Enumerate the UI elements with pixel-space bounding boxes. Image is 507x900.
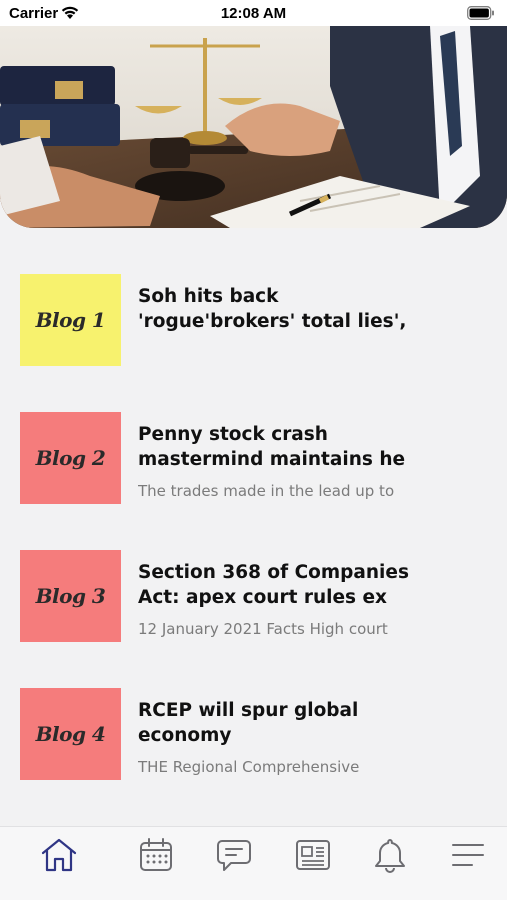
blog-title: Soh hits back 'rogue'brokers' total lies… <box>138 284 438 334</box>
tab-notifications[interactable] <box>370 837 410 877</box>
hero-image <box>0 26 507 228</box>
tab-bar <box>0 826 507 900</box>
tab-home[interactable] <box>39 837 79 877</box>
blog-title-line: economy <box>138 725 232 746</box>
tab-menu[interactable] <box>448 837 488 877</box>
blog-thumbnail-label: Blog 4 <box>35 722 106 746</box>
blog-thumbnail: Blog 3 <box>20 550 121 642</box>
tab-news[interactable] <box>293 837 333 877</box>
blog-excerpt: THE Regional Comprehensive <box>138 758 360 776</box>
blog-title-line: Act: apex court rules ex <box>138 587 387 608</box>
blog-thumbnail: Blog 4 <box>20 688 121 780</box>
status-time: 12:08 AM <box>220 5 287 22</box>
blog-title: Penny stock crash mastermind maintains h… <box>138 422 438 472</box>
blog-title-line: Soh hits back <box>138 286 279 307</box>
menu-icon <box>450 840 486 874</box>
blog-thumbnail: Blog 1 <box>20 274 121 366</box>
chat-icon <box>216 837 252 877</box>
tab-chat[interactable] <box>214 837 254 877</box>
status-bar: Carrier 12:08 AM <box>0 0 507 28</box>
newspaper-icon <box>295 837 331 877</box>
blog-item-2[interactable]: Blog 2 Penny stock crash mastermind main… <box>0 412 507 504</box>
blog-excerpt: The trades made in the lead up to <box>138 482 395 500</box>
blog-thumbnail-label: Blog 2 <box>35 446 106 470</box>
blog-thumbnail: Blog 2 <box>20 412 121 504</box>
blog-title: Section 368 of Companies Act: apex court… <box>138 560 438 610</box>
blog-title-line: Penny stock crash <box>138 424 328 445</box>
blog-thumbnail-label: Blog 3 <box>35 584 106 608</box>
tab-calendar[interactable] <box>136 837 176 877</box>
calendar-icon <box>138 837 174 877</box>
blog-item-3[interactable]: Blog 3 Section 368 of Companies Act: ape… <box>0 550 507 642</box>
battery-icon <box>467 6 495 24</box>
blog-title-line: mastermind maintains he <box>138 449 406 470</box>
home-icon <box>40 837 78 877</box>
blog-excerpt: 12 January 2021 Facts High court <box>138 620 388 638</box>
blog-item-1[interactable]: Blog 1 Soh hits back 'rogue'brokers' tot… <box>0 274 507 366</box>
blog-item-4[interactable]: Blog 4 RCEP will spur global economy THE… <box>0 688 507 780</box>
blog-title: RCEP will spur global economy <box>138 698 438 748</box>
blog-title-line: 'rogue'brokers' total lies', <box>138 311 407 332</box>
blog-title-line: Section 368 of Companies <box>138 562 409 583</box>
bell-icon <box>373 837 407 877</box>
hero-illustration <box>0 26 507 228</box>
blog-title-line: RCEP will spur global <box>138 700 359 721</box>
blog-thumbnail-label: Blog 1 <box>35 308 106 332</box>
